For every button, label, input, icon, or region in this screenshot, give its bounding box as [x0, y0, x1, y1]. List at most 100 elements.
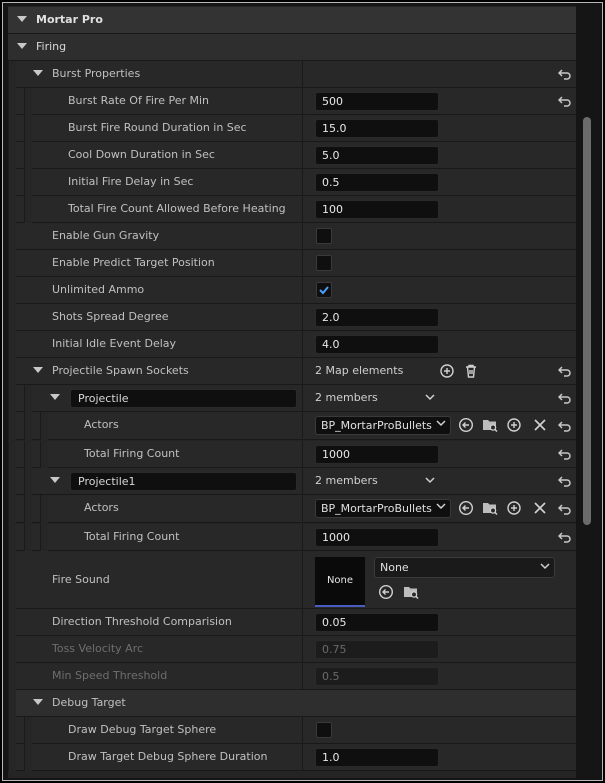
burst-rate-input[interactable]: 500	[315, 92, 439, 111]
property-label: Total Firing Count	[84, 447, 180, 460]
collapse-arrow-icon[interactable]	[33, 70, 43, 76]
clear-icon[interactable]	[532, 417, 548, 433]
trash-icon[interactable]	[463, 363, 479, 379]
indent-guide	[8, 250, 16, 277]
reset-icon[interactable]	[558, 67, 572, 81]
property-label: Toss Velocity Arc	[52, 642, 144, 655]
indent-guide	[8, 524, 16, 551]
category-title: Mortar Pro	[36, 13, 103, 26]
reset-icon[interactable]	[558, 447, 572, 461]
indent-guide	[40, 412, 48, 440]
reset-icon[interactable]	[558, 502, 572, 516]
initial-fire-delay-input[interactable]: 0.5	[315, 173, 439, 192]
chevron-down-icon	[425, 477, 435, 484]
actors-class-value: BP_MortarProBullets	[321, 419, 432, 432]
collapse-arrow-icon[interactable]	[17, 16, 27, 22]
members-dropdown[interactable]: 2 members	[315, 385, 435, 411]
group-burst-properties[interactable]: Burst Properties	[8, 61, 576, 88]
property-label: Fire Sound	[52, 573, 110, 586]
unlimited-ammo-checkbox[interactable]	[316, 282, 332, 298]
members-count: 2 members	[315, 391, 378, 404]
cool-down-input[interactable]: 5.0	[315, 146, 439, 165]
indent-guide	[24, 196, 32, 223]
predict-target-checkbox[interactable]	[316, 255, 332, 271]
property-enable-predict-target: Enable Predict Target Position	[8, 250, 576, 277]
indent-guide	[24, 412, 32, 440]
members-dropdown[interactable]: 2 members	[315, 468, 435, 494]
use-selected-icon[interactable]	[458, 417, 474, 433]
collapse-arrow-icon[interactable]	[50, 477, 60, 483]
browse-folder-icon[interactable]	[482, 500, 498, 516]
toss-velocity-input: 0.75	[315, 640, 439, 659]
reset-icon[interactable]	[558, 94, 572, 108]
property-label: Cool Down Duration in Sec	[68, 148, 215, 161]
reset-icon[interactable]	[558, 391, 572, 405]
vertical-scrollbar[interactable]	[583, 117, 591, 525]
group-label: Burst Properties	[52, 67, 141, 80]
actors-class-dropdown[interactable]: BP_MortarProBullets	[315, 416, 451, 435]
property-debug-sphere-duration: Draw Target Debug Sphere Duration 1.0	[8, 744, 576, 771]
indent-guide	[40, 441, 48, 468]
collapse-arrow-icon[interactable]	[33, 367, 43, 373]
details-panel: Mortar Pro Firing Burst Properties Burst…	[8, 6, 576, 778]
burst-duration-input[interactable]: 15.0	[315, 119, 439, 138]
map-entry-projectile[interactable]: Projectile 2 members	[8, 385, 576, 412]
indent-guide	[8, 88, 16, 115]
map-key-input[interactable]: Projectile	[70, 389, 297, 408]
property-label: Direction Threshold Comparision	[52, 615, 232, 628]
use-selected-icon[interactable]	[378, 584, 394, 600]
category-mortar-pro[interactable]: Mortar Pro	[8, 7, 576, 34]
use-selected-icon[interactable]	[458, 500, 474, 516]
sound-asset-dropdown[interactable]: None	[374, 557, 555, 578]
indent-guide	[24, 115, 32, 142]
indent-guide	[24, 524, 32, 551]
add-icon[interactable]	[439, 363, 455, 379]
direction-threshold-input[interactable]: 0.05	[315, 613, 439, 632]
clear-icon[interactable]	[532, 500, 548, 516]
sound-asset-value: None	[380, 561, 409, 574]
property-initial-fire-delay: Initial Fire Delay in Sec 0.5	[8, 169, 576, 196]
indent-guide	[8, 663, 16, 690]
collapse-arrow-icon[interactable]	[50, 394, 60, 400]
map-elements-count: 2 Map elements	[315, 364, 404, 377]
debug-sphere-duration-input[interactable]: 1.0	[315, 748, 439, 767]
property-cool-down: Cool Down Duration in Sec 5.0	[8, 142, 576, 169]
property-projectile-spawn-sockets[interactable]: Projectile Spawn Sockets 2 Map elements	[8, 358, 576, 385]
draw-debug-sphere-checkbox[interactable]	[316, 722, 332, 738]
property-direction-threshold: Direction Threshold Comparision 0.05	[8, 609, 576, 636]
category-label: Firing	[36, 40, 67, 53]
collapse-arrow-icon[interactable]	[33, 699, 43, 705]
browse-folder-icon[interactable]	[403, 584, 419, 600]
browse-folder-icon[interactable]	[482, 417, 498, 433]
add-icon[interactable]	[506, 500, 522, 516]
indent-guide	[40, 495, 48, 523]
actors-class-dropdown[interactable]: BP_MortarProBullets	[315, 499, 451, 518]
gun-gravity-checkbox[interactable]	[316, 228, 332, 244]
add-icon[interactable]	[506, 417, 522, 433]
map-entry-projectile1[interactable]: Projectile1 2 members	[8, 468, 576, 495]
indent-guide	[8, 142, 16, 169]
reset-icon[interactable]	[558, 419, 572, 433]
property-label: Actors	[84, 418, 119, 431]
property-label: Total Firing Count	[84, 530, 180, 543]
chevron-down-icon	[540, 563, 550, 570]
reset-icon[interactable]	[558, 364, 572, 378]
indent-guide	[24, 468, 32, 495]
property-actors: Actors BP_MortarProBullets	[8, 495, 576, 523]
min-speed-input: 0.5	[315, 667, 439, 686]
reset-icon[interactable]	[558, 530, 572, 544]
group-label: Debug Target	[52, 696, 126, 709]
initial-idle-delay-input[interactable]: 4.0	[315, 335, 439, 354]
asset-thumbnail[interactable]: None	[315, 557, 365, 607]
category-firing[interactable]: Firing	[8, 34, 576, 61]
shots-spread-input[interactable]: 2.0	[315, 308, 439, 327]
total-firing-count-input[interactable]: 1000	[315, 445, 439, 464]
indent-guide	[24, 88, 32, 115]
total-firing-count-input[interactable]: 1000	[315, 528, 439, 547]
map-key-input[interactable]: Projectile1	[70, 472, 297, 491]
total-fire-count-input[interactable]: 100	[315, 200, 439, 219]
property-draw-debug-sphere: Draw Debug Target Sphere	[8, 717, 576, 744]
group-debug-target[interactable]: Debug Target	[8, 690, 576, 717]
reset-icon[interactable]	[558, 474, 572, 488]
collapse-arrow-icon[interactable]	[17, 43, 27, 49]
